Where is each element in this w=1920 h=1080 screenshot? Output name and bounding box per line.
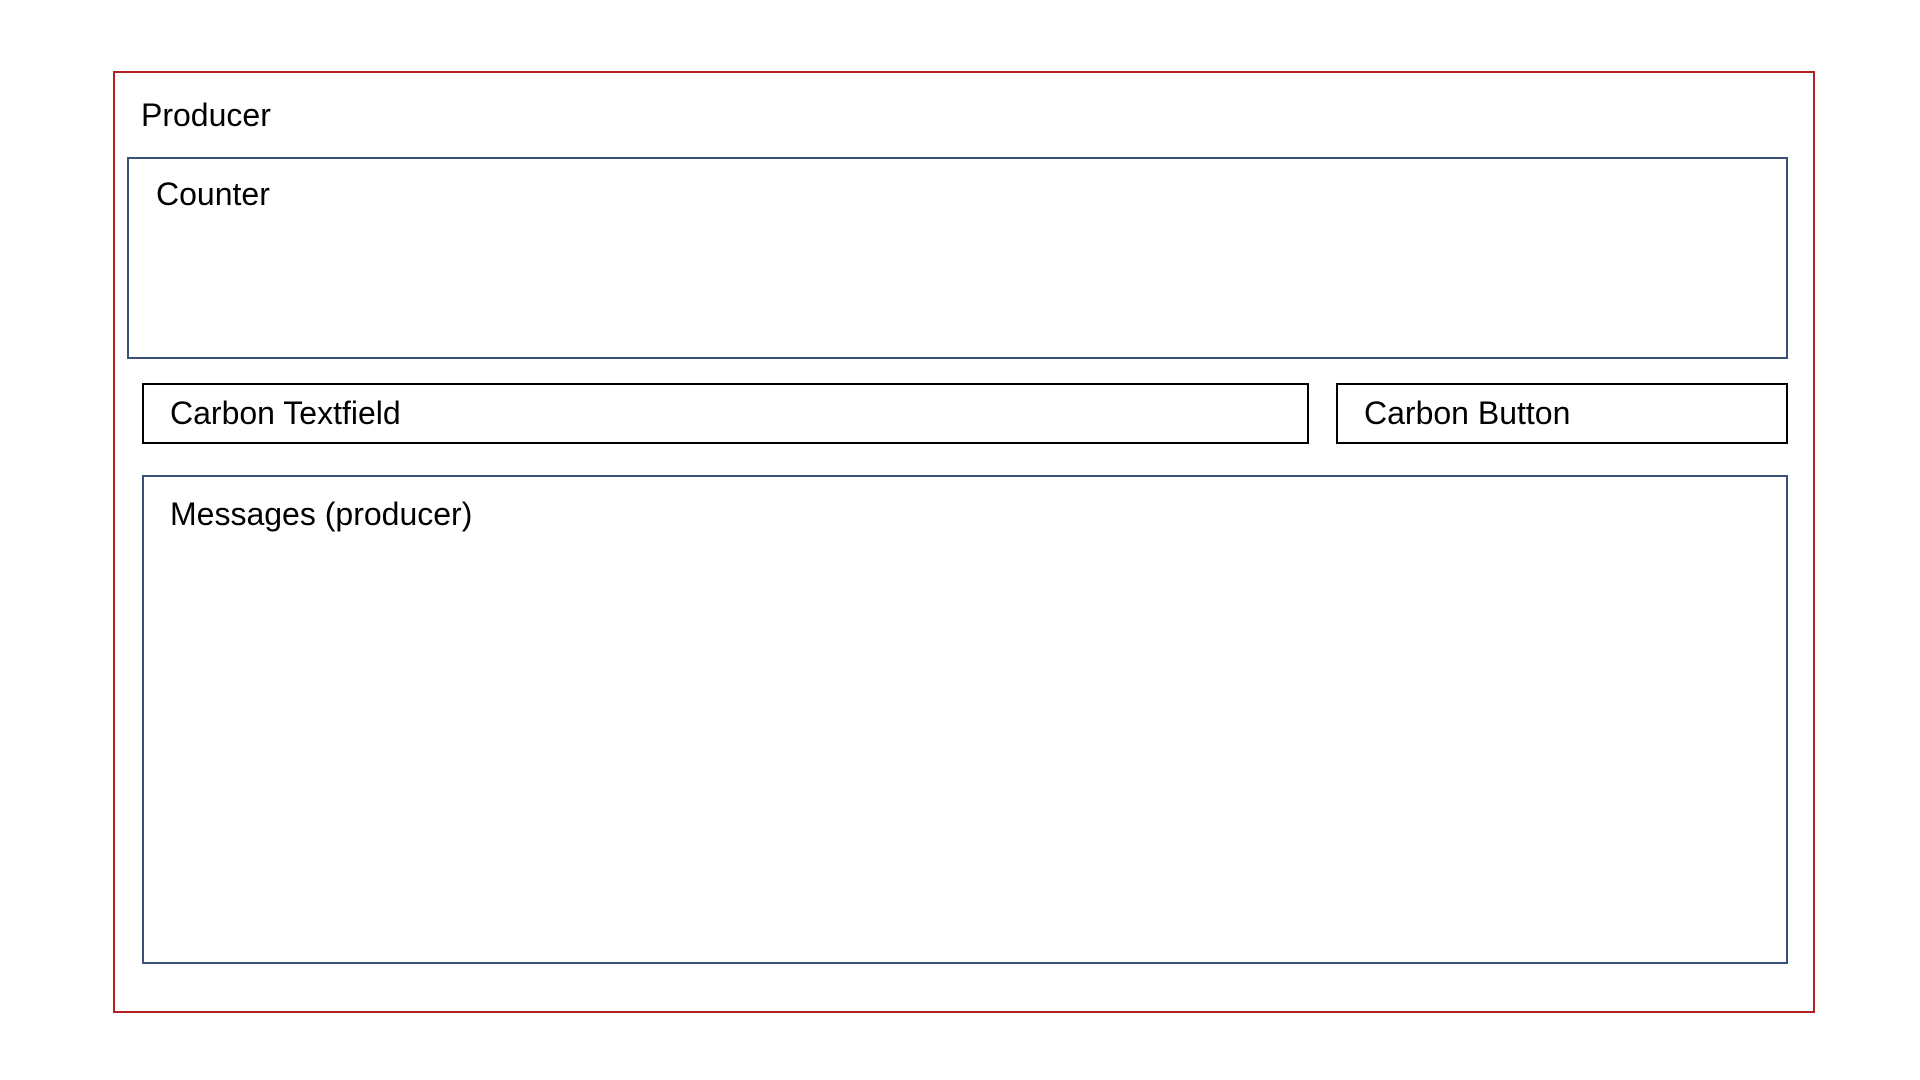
counter-label: Counter xyxy=(156,176,270,212)
counter-container xyxy=(127,157,1788,359)
messages-label: Messages (producer) xyxy=(170,496,473,532)
producer-label: Producer xyxy=(141,97,271,133)
carbon-textfield[interactable]: Carbon Textfield xyxy=(142,383,1309,444)
diagram-canvas: Producer Counter Carbon Textfield Carbon… xyxy=(0,0,1920,1080)
messages-container xyxy=(142,475,1788,964)
carbon-button[interactable]: Carbon Button xyxy=(1336,383,1788,444)
